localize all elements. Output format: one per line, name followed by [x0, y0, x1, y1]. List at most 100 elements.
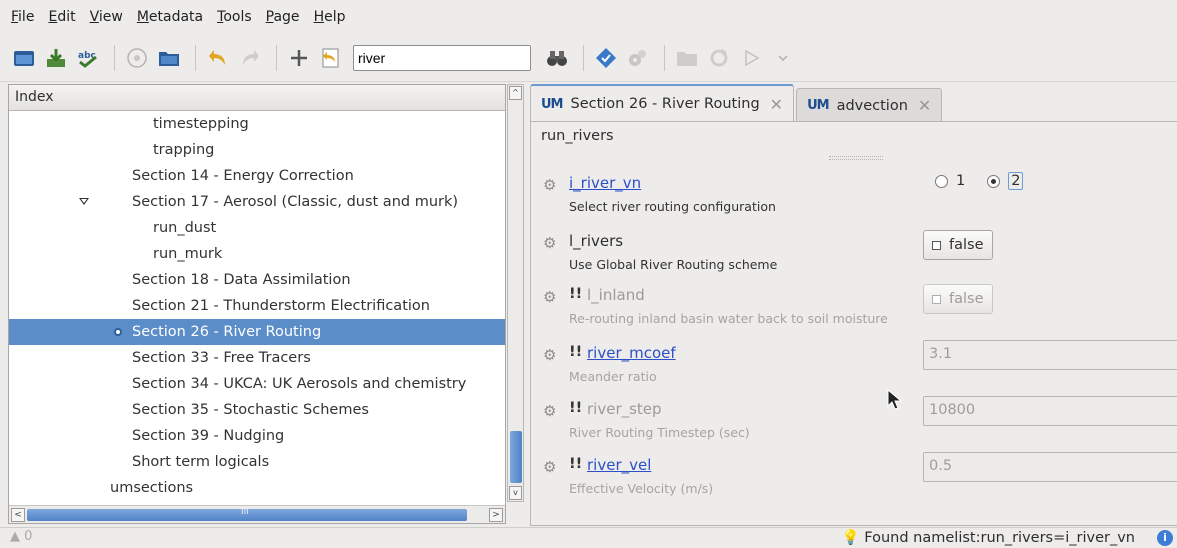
menu-metadata[interactable]: Metadata	[130, 9, 210, 25]
tree-item[interactable]: Short term logicals	[9, 449, 505, 475]
scroll-right-arrow-icon[interactable]: >	[489, 508, 503, 522]
save-button[interactable]	[42, 44, 70, 72]
open-folder-button[interactable]	[10, 44, 38, 72]
warning-marker: !!	[569, 400, 583, 416]
spellcheck-icon: abc	[78, 51, 97, 68]
um-logo-icon: UM	[541, 96, 563, 112]
expand-triangle-icon[interactable]	[79, 198, 89, 205]
var-row-i-river-vn: ⚙ i_river_vn Select river routing config…	[543, 172, 1173, 220]
tree-item[interactable]: Section 33 - Free Tracers	[9, 345, 505, 371]
tree-item[interactable]: Section 34 - UKCA: UK Aerosols and chemi…	[9, 371, 505, 397]
search-input[interactable]	[353, 44, 531, 71]
revert-button[interactable]	[317, 44, 345, 72]
tree-item[interactable]: Section 17 - Aerosol (Classic, dust and …	[9, 189, 505, 215]
menu-tools[interactable]: Tools	[210, 9, 259, 25]
namelist-title: run_rivers	[541, 128, 614, 144]
vertical-scrollbar[interactable]: ^ v	[507, 84, 524, 502]
panel-grip[interactable]	[829, 156, 883, 160]
tab-river-routing[interactable]: UM Section 26 - River Routing ✕	[530, 84, 795, 122]
tree-item[interactable]: run_dust	[9, 215, 505, 241]
horizontal-scroll-thumb[interactable]: III	[27, 507, 467, 521]
tree-item-selected[interactable]: Section 26 - River Routing	[9, 319, 505, 345]
index-tree: timestepping trapping Section 14 - Energ…	[9, 111, 505, 505]
warning-marker: !!	[569, 456, 583, 472]
menu-edit[interactable]: Edit	[41, 9, 82, 25]
tree-item[interactable]: run_murk	[9, 241, 505, 267]
tree-item-label: run_murk	[153, 246, 223, 262]
scroll-grip: III	[241, 507, 249, 517]
refresh-button[interactable]	[705, 44, 733, 72]
info-icon[interactable]: i	[1157, 530, 1173, 546]
find-button[interactable]	[543, 44, 571, 72]
folder-button[interactable]	[155, 44, 183, 72]
add-button[interactable]	[285, 44, 313, 72]
toolbar: abc	[0, 34, 1177, 82]
radio-option-1[interactable]	[935, 174, 948, 188]
tab-advection[interactable]: UM advection ✕	[796, 88, 943, 122]
run-options-dropdown[interactable]	[769, 44, 797, 72]
river-mcoef-field[interactable]: 3.1	[923, 340, 1177, 370]
scroll-up-arrow-icon[interactable]: ^	[509, 86, 522, 100]
warning-marker: !!	[569, 344, 583, 360]
gear-icon[interactable]: ⚙	[543, 288, 556, 306]
index-pane: Index timestepping trapping Section 14 -…	[8, 84, 506, 524]
tree-item-label: Section 21 - Thunderstorm Electrificatio…	[132, 298, 430, 314]
plus-icon	[291, 49, 307, 66]
tree-item-label: trapping	[153, 142, 215, 158]
play-icon	[745, 49, 760, 66]
scroll-down-arrow-icon[interactable]: v	[509, 486, 522, 500]
status-bar: ▲ 0 💡 Found namelist:run_rivers=i_river_…	[0, 527, 1177, 548]
tree-item[interactable]: Section 35 - Stochastic Schemes	[9, 397, 505, 423]
var-row-l-rivers: ⚙ l_rivers Use Global River Routing sche…	[543, 230, 1173, 278]
checkbox-icon	[932, 294, 941, 304]
close-icon[interactable]: ✕	[918, 96, 931, 115]
close-icon[interactable]: ✕	[770, 95, 783, 114]
l-inland-toggle[interactable]: false	[923, 284, 993, 314]
menu-page[interactable]: Page	[259, 9, 307, 25]
var-row-river-mcoef: ⚙ !! river_mcoef Meander ratio 3.1	[543, 340, 1177, 390]
var-name-link[interactable]: river_vel	[587, 456, 651, 474]
tree-item[interactable]: trapping	[9, 137, 505, 163]
tree-item-label: Short term logicals	[132, 454, 270, 470]
check-button[interactable]	[592, 44, 620, 72]
vertical-scroll-thumb[interactable]	[510, 431, 522, 483]
tree-item[interactable]: Section 39 - Nudging	[9, 423, 505, 449]
tree-item-label: Section 39 - Nudging	[132, 428, 285, 444]
gear-icon[interactable]: ⚙	[543, 402, 556, 420]
folder-disabled-icon	[677, 51, 697, 66]
tree-item[interactable]: Section 14 - Energy Correction	[9, 163, 505, 189]
var-description: Re-routing inland basin water back to so…	[569, 311, 888, 326]
folder-icon	[159, 51, 179, 66]
menu-file[interactable]: File	[4, 9, 41, 25]
tree-item[interactable]: timestepping	[9, 111, 505, 137]
suite-folder-button[interactable]	[673, 44, 701, 72]
gear-icon[interactable]: ⚙	[543, 176, 556, 194]
gear-icon[interactable]: ⚙	[543, 458, 556, 476]
tree-item[interactable]: Section 18 - Data Assimilation	[9, 267, 505, 293]
radio-option-2[interactable]	[987, 174, 1001, 188]
var-name-link[interactable]: river_mcoef	[587, 344, 676, 362]
tree-item[interactable]: Section 21 - Thunderstorm Electrificatio…	[9, 293, 505, 319]
l-rivers-toggle[interactable]: false	[923, 230, 993, 260]
menu-help[interactable]: Help	[307, 9, 353, 25]
run-button[interactable]	[737, 44, 765, 72]
gear-icon[interactable]: ⚙	[543, 346, 556, 364]
warning-count[interactable]: ▲ 0	[10, 529, 32, 544]
var-name-link[interactable]: i_river_vn	[569, 174, 641, 192]
river-step-field[interactable]: 10800	[923, 396, 1177, 426]
page-tabs: UM Section 26 - River Routing ✕ UM advec…	[530, 84, 944, 122]
chevron-down-icon	[778, 54, 788, 61]
tree-item[interactable]: umsections	[9, 475, 505, 501]
horizontal-scrollbar[interactable]: < III >	[9, 505, 505, 523]
toolbar-separator	[195, 44, 196, 71]
undo-button[interactable]	[204, 44, 232, 72]
gear-icon[interactable]: ⚙	[543, 234, 556, 252]
record-button[interactable]	[123, 44, 151, 72]
tree-item-label: run_dust	[153, 220, 217, 236]
spellcheck-button[interactable]: abc	[74, 44, 102, 72]
menu-view[interactable]: View	[83, 9, 130, 25]
river-vel-field[interactable]: 0.5	[923, 452, 1177, 482]
redo-button[interactable]	[236, 44, 264, 72]
scroll-left-arrow-icon[interactable]: <	[11, 508, 25, 522]
macro-button[interactable]	[624, 44, 652, 72]
